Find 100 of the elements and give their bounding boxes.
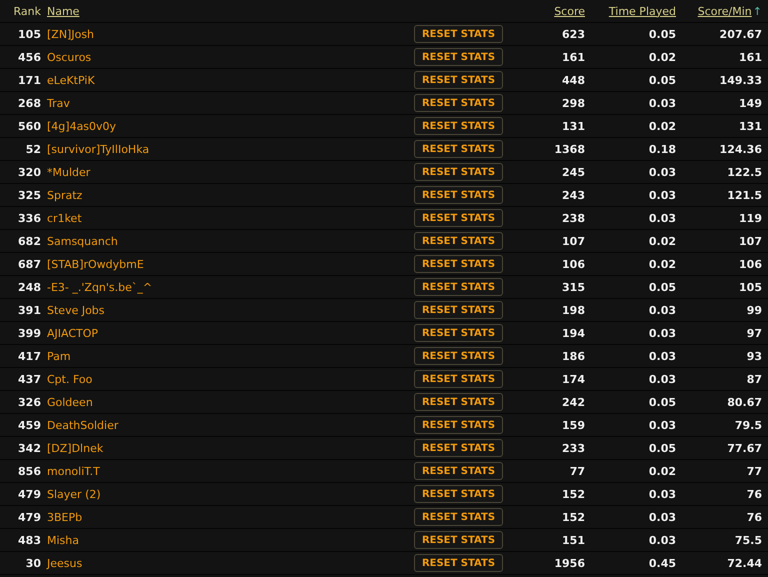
player-name: [4g]4as0v0y — [47, 120, 116, 132]
time-played-cell: 0.02 — [648, 234, 676, 248]
score-per-min-cell: 149 — [739, 96, 762, 110]
reset-stats-button[interactable]: RESET STATS — [414, 370, 503, 388]
score-per-min-cell: 106 — [739, 258, 762, 270]
player-name: [STAB]rOwdybmE — [47, 258, 144, 270]
rank-cell: 459 — [18, 418, 41, 432]
column-header-link[interactable]: Score/Min — [698, 4, 752, 18]
column-header-link[interactable]: Score — [554, 4, 585, 18]
reset-stats-button[interactable]: RESET STATS — [414, 209, 503, 227]
score-cell: 194 — [562, 326, 585, 340]
rank-cell: 342 — [18, 442, 41, 454]
reset-stats-button[interactable]: RESET STATS — [414, 140, 503, 158]
score-per-min-cell: 79.5 — [734, 418, 762, 432]
player-name: Samsquanch — [47, 234, 118, 248]
rank-cell: 399 — [18, 326, 41, 340]
time-played-cell: 0.02 — [648, 464, 676, 478]
column-header: Rank — [14, 4, 41, 18]
score-per-min-cell: 72.44 — [727, 556, 762, 570]
reset-stats-button[interactable]: RESET STATS — [414, 186, 503, 204]
reset-stats-button[interactable]: RESET STATS — [414, 485, 503, 503]
time-played-cell: 0.05 — [648, 396, 676, 408]
reset-stats-button[interactable]: RESET STATS — [414, 71, 503, 89]
reset-stats-button[interactable]: RESET STATS — [414, 255, 503, 273]
player-name: Pam — [47, 350, 71, 362]
rank-cell: 248 — [18, 280, 41, 294]
player-name: AJIACTOP — [47, 326, 98, 340]
score-per-min-cell: 122.5 — [727, 166, 762, 178]
score-cell: 1956 — [554, 556, 585, 570]
reset-stats-button[interactable]: RESET STATS — [414, 531, 503, 549]
score-cell: 174 — [562, 372, 585, 386]
score-per-min-cell: 75.5 — [734, 534, 762, 546]
player-name: [ZN]Josh — [47, 28, 94, 40]
reset-stats-button[interactable]: RESET STATS — [414, 301, 503, 319]
time-played-cell: 0.03 — [648, 326, 676, 340]
time-played-cell: 0.03 — [648, 350, 676, 362]
player-name: 3BEPb — [47, 510, 82, 524]
reset-stats-button[interactable]: RESET STATS — [414, 554, 503, 572]
reset-stats-button[interactable]: RESET STATS — [414, 439, 503, 457]
reset-stats-button[interactable]: RESET STATS — [414, 25, 503, 43]
time-played-cell: 0.05 — [648, 74, 676, 86]
player-name: Cpt. Foo — [47, 372, 92, 386]
player-name: DeathSoldier — [47, 418, 118, 432]
time-played-cell: 0.03 — [648, 166, 676, 178]
reset-stats-button[interactable]: RESET STATS — [414, 393, 503, 411]
rank-cell: 856 — [18, 464, 41, 478]
score-cell: 186 — [562, 350, 585, 362]
reset-stats-button[interactable]: RESET STATS — [414, 324, 503, 342]
player-name: Misha — [47, 534, 79, 546]
reset-stats-button[interactable]: RESET STATS — [414, 508, 503, 526]
rank-cell: 336 — [18, 212, 41, 224]
score-per-min-cell: 77 — [746, 464, 762, 478]
column-header-link[interactable]: Time Played — [608, 4, 676, 18]
reset-stats-button[interactable]: RESET STATS — [414, 278, 503, 296]
score-cell: 131 — [562, 120, 585, 132]
reset-stats-button[interactable]: RESET STATS — [414, 163, 503, 181]
score-per-min-cell: 105 — [739, 280, 762, 294]
score-cell: 448 — [562, 74, 585, 86]
rank-cell: 560 — [18, 120, 41, 132]
sort-indicator: ↑ — [752, 4, 762, 18]
reset-stats-button[interactable]: RESET STATS — [414, 347, 503, 365]
time-played-cell: 0.03 — [648, 304, 676, 316]
rank-cell: 52 — [26, 142, 41, 156]
score-per-min-cell: 80.67 — [727, 396, 762, 408]
score-per-min-cell: 97 — [746, 326, 762, 340]
score-cell: 152 — [562, 488, 585, 500]
reset-stats-button[interactable]: RESET STATS — [414, 117, 503, 135]
rank-cell: 391 — [18, 304, 41, 316]
player-name: -E3- _.'Zqn's.be`_^ — [47, 280, 152, 294]
rank-cell: 105 — [18, 28, 41, 40]
player-name: Spratz — [47, 188, 82, 202]
reset-stats-button[interactable]: RESET STATS — [414, 232, 503, 250]
rank-cell: 268 — [18, 96, 41, 110]
reset-stats-button[interactable]: RESET STATS — [414, 416, 503, 434]
score-cell: 152 — [562, 510, 585, 524]
player-name: Slayer (2) — [47, 488, 101, 500]
time-played-cell: 0.05 — [648, 28, 676, 40]
score-cell: 315 — [562, 280, 585, 294]
rank-cell: 479 — [18, 510, 41, 524]
score-cell: 151 — [562, 534, 585, 546]
score-cell: 245 — [562, 166, 585, 178]
time-played-cell: 0.03 — [648, 188, 676, 202]
score-cell: 161 — [562, 50, 585, 64]
time-played-cell: 0.05 — [648, 442, 676, 454]
score-cell: 159 — [562, 418, 585, 432]
reset-stats-button[interactable]: RESET STATS — [414, 462, 503, 480]
time-played-cell: 0.03 — [648, 488, 676, 500]
score-cell: 623 — [562, 28, 585, 40]
time-played-cell: 0.18 — [648, 142, 676, 156]
score-cell: 198 — [562, 304, 585, 316]
rank-cell: 320 — [18, 166, 41, 178]
time-played-cell: 0.02 — [648, 50, 676, 64]
reset-stats-button[interactable]: RESET STATS — [414, 48, 503, 66]
score-per-min-cell: 131 — [739, 120, 762, 132]
player-name: *Mulder — [47, 166, 90, 178]
column-header-link[interactable]: Name — [47, 4, 80, 18]
score-per-min-cell: 207.67 — [720, 28, 762, 40]
reset-stats-button[interactable]: RESET STATS — [414, 94, 503, 112]
player-name: Trav — [47, 96, 70, 110]
score-per-min-cell: 121.5 — [727, 188, 762, 202]
